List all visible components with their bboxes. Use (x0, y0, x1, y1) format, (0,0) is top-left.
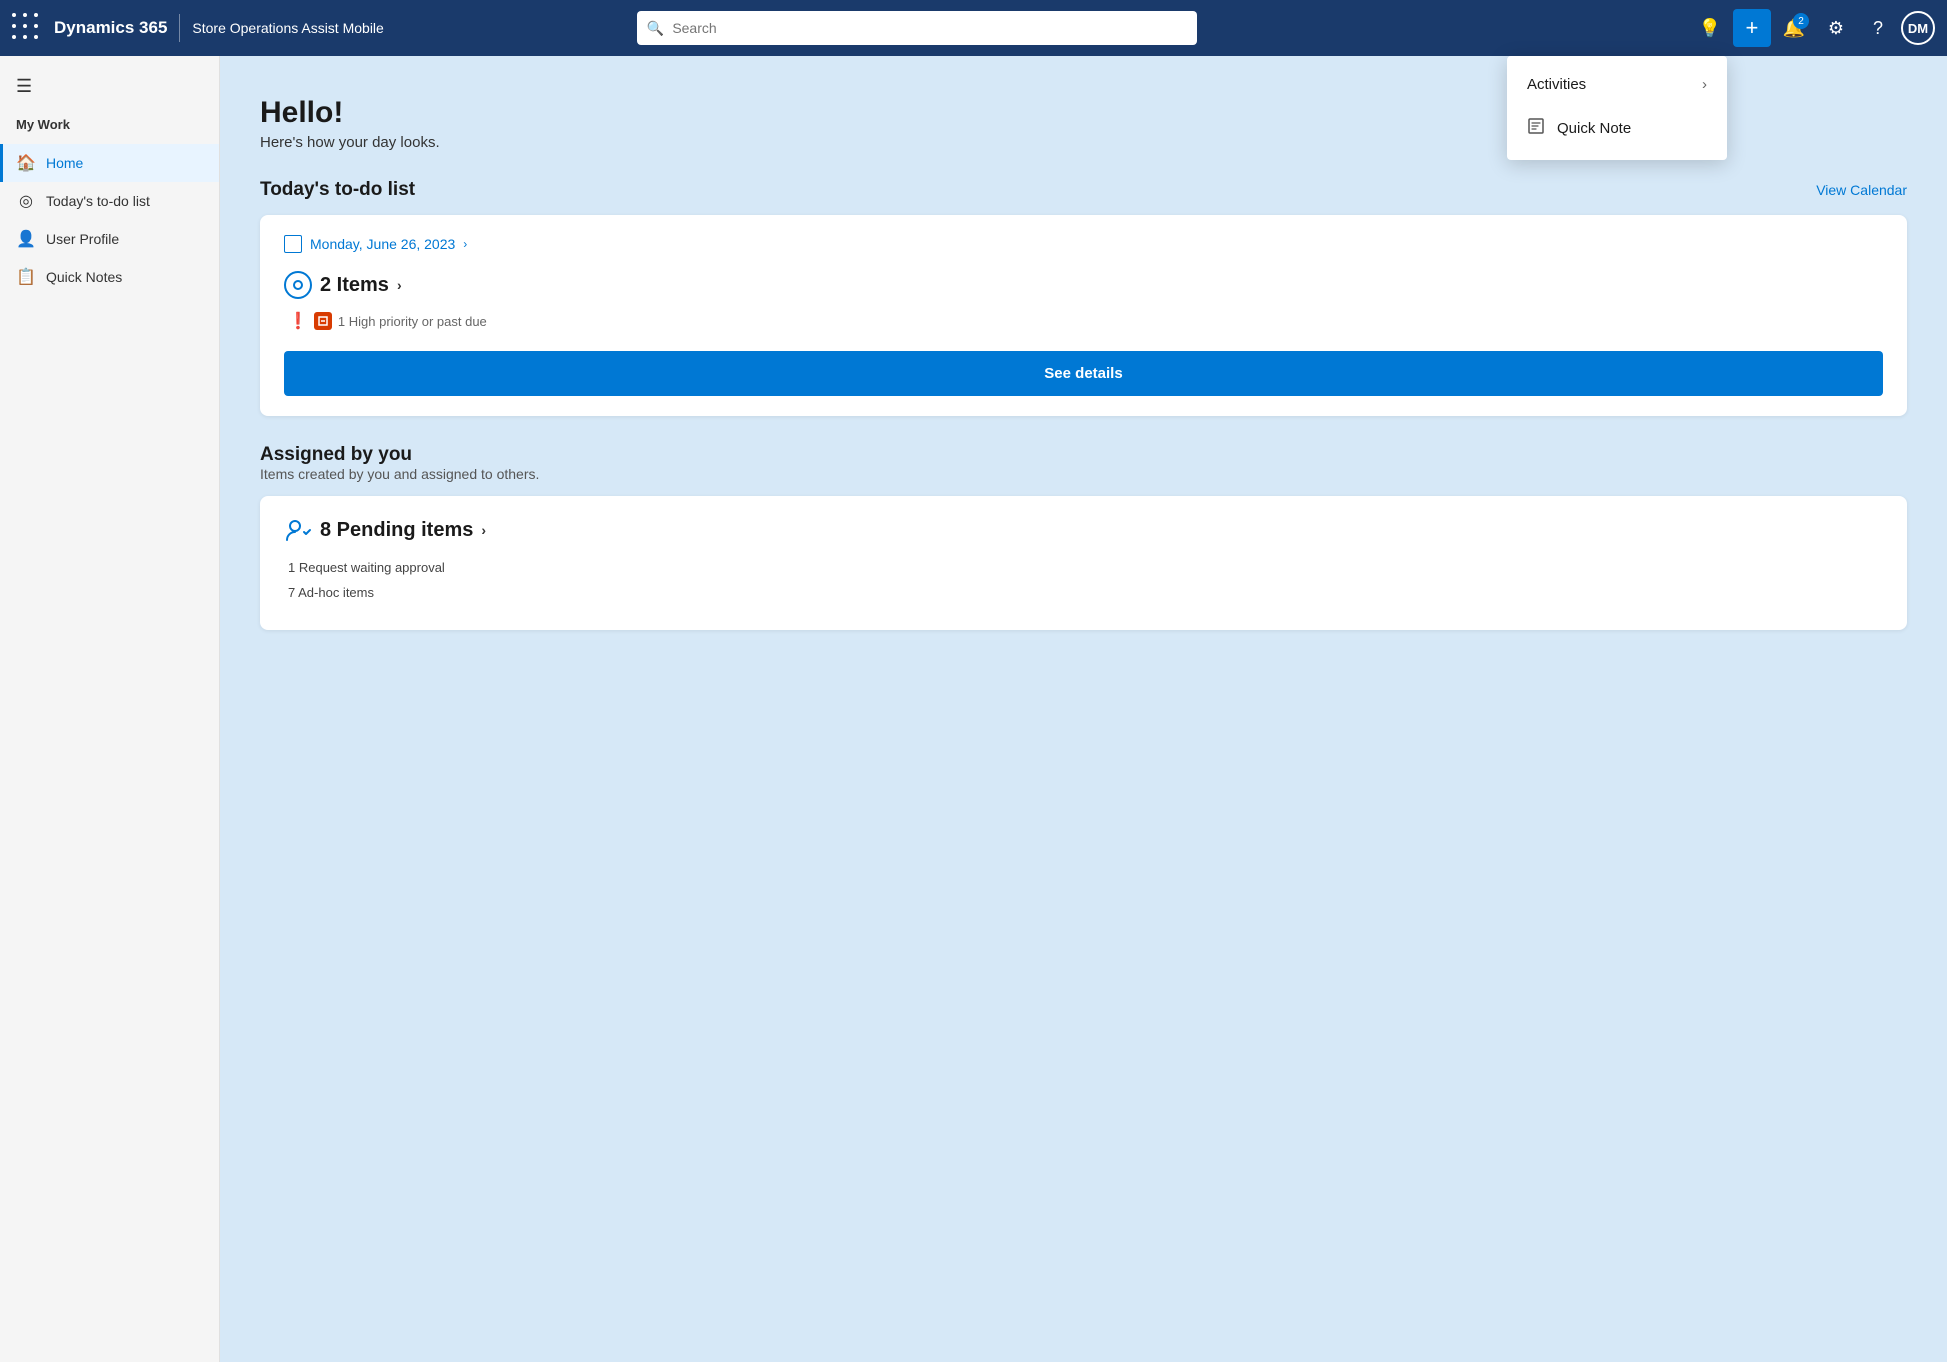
see-details-button[interactable]: See details (284, 351, 1883, 396)
avatar[interactable]: DM (1901, 11, 1935, 45)
activities-label: Activities (1527, 76, 1586, 93)
sidebar-item-todays-todo-label: Today's to-do list (46, 193, 150, 209)
date-text: Monday, June 26, 2023 (310, 236, 455, 252)
topnav-right-actions: 💡 + 🔔 2 ⚙ ? DM (1691, 9, 1935, 47)
user-icon: 👤 (16, 229, 36, 249)
question-icon: ? (1873, 18, 1883, 39)
pending-chevron-icon: › (481, 522, 486, 538)
sidebar-item-user-profile-label: User Profile (46, 231, 119, 247)
high-priority-text: 1 High priority or past due (338, 314, 487, 329)
items-target-icon (284, 271, 312, 299)
lightbulb-button[interactable]: 💡 (1691, 9, 1729, 47)
quick-note-label: Quick Note (1557, 120, 1631, 137)
sidebar-item-quick-notes[interactable]: 📋 Quick Notes (0, 258, 219, 296)
assign-icon (284, 516, 312, 544)
assigned-sub: Items created by you and assigned to oth… (260, 466, 1907, 482)
exclamation-icon: ❗ (288, 311, 308, 331)
todays-todo-title: Today's to-do list (260, 179, 415, 201)
date-row: Monday, June 26, 2023 › (284, 235, 1883, 253)
notifications-button[interactable]: 🔔 2 (1775, 9, 1813, 47)
search-input[interactable] (672, 20, 1187, 36)
home-icon: 🏠 (16, 153, 36, 173)
calendar-icon (284, 235, 302, 253)
gear-icon: ⚙ (1828, 18, 1844, 39)
items-count: 2 Items (320, 274, 389, 297)
settings-button[interactable]: ⚙ (1817, 9, 1855, 47)
search-bar[interactable]: 🔍 (637, 11, 1197, 45)
help-button[interactable]: ? (1859, 9, 1897, 47)
sidebar-item-user-profile[interactable]: 👤 User Profile (0, 220, 219, 258)
sidebar-item-home[interactable]: 🏠 Home (0, 144, 219, 182)
plus-icon: + (1746, 15, 1759, 41)
sidebar-item-home-label: Home (46, 155, 83, 171)
todays-todo-header: Today's to-do list View Calendar (260, 179, 1907, 201)
sidebar-item-quick-notes-label: Quick Notes (46, 269, 122, 285)
target-icon: ◎ (16, 191, 36, 211)
items-chevron-icon: › (397, 277, 402, 293)
date-chevron-icon: › (463, 237, 467, 251)
pending-count: 8 Pending items (320, 519, 473, 542)
items-row[interactable]: 2 Items › (284, 271, 1883, 299)
menu-icon: ☰ (16, 76, 32, 96)
apps-grid[interactable] (12, 13, 42, 43)
sidebar-item-todays-todo[interactable]: ◎ Today's to-do list (0, 182, 219, 220)
assigned-by-you-card: 8 Pending items › 1 Request waiting appr… (260, 496, 1907, 630)
search-icon: 🔍 (647, 20, 664, 37)
avatar-initials: DM (1908, 21, 1928, 36)
top-navigation: Dynamics 365 Store Operations Assist Mob… (0, 0, 1947, 56)
main-layout: ☰ My Work 🏠 Home ◎ Today's to-do list 👤 … (0, 56, 1947, 1362)
app-name: Store Operations Assist Mobile (192, 20, 383, 36)
pending-detail-1: 1 Request waiting approval (284, 560, 1883, 575)
lightbulb-icon: 💡 (1699, 18, 1721, 39)
dropdown-menu: Activities › Quick Note (1507, 56, 1727, 160)
task-icon (314, 312, 332, 330)
dropdown-quick-note-item[interactable]: Quick Note (1507, 105, 1727, 152)
brand-name: Dynamics 365 (54, 18, 167, 38)
view-calendar-link[interactable]: View Calendar (1816, 182, 1907, 198)
sidebar: ☰ My Work 🏠 Home ◎ Today's to-do list 👤 … (0, 56, 220, 1362)
pending-detail-2: 7 Ad-hoc items (284, 585, 1883, 600)
add-button[interactable]: + (1733, 9, 1771, 47)
activities-chevron-icon: › (1702, 76, 1707, 93)
main-content: Hello! Here's how your day looks. Today'… (220, 56, 1947, 1362)
notifications-badge: 2 (1793, 13, 1809, 29)
quick-note-icon (1527, 117, 1545, 140)
pending-row[interactable]: 8 Pending items › (284, 516, 1883, 544)
note-icon: 📋 (16, 267, 36, 287)
dropdown-activities-item[interactable]: Activities › (1507, 64, 1727, 105)
high-priority-row: ❗ 1 High priority or past due (284, 311, 1883, 331)
sidebar-section-label: My Work (0, 113, 219, 144)
assigned-by-you-title: Assigned by you (260, 444, 1907, 466)
hamburger-button[interactable]: ☰ (0, 72, 219, 113)
nav-divider (179, 14, 180, 42)
todays-todo-card: Monday, June 26, 2023 › 2 Items › ❗ 1 Hi… (260, 215, 1907, 416)
